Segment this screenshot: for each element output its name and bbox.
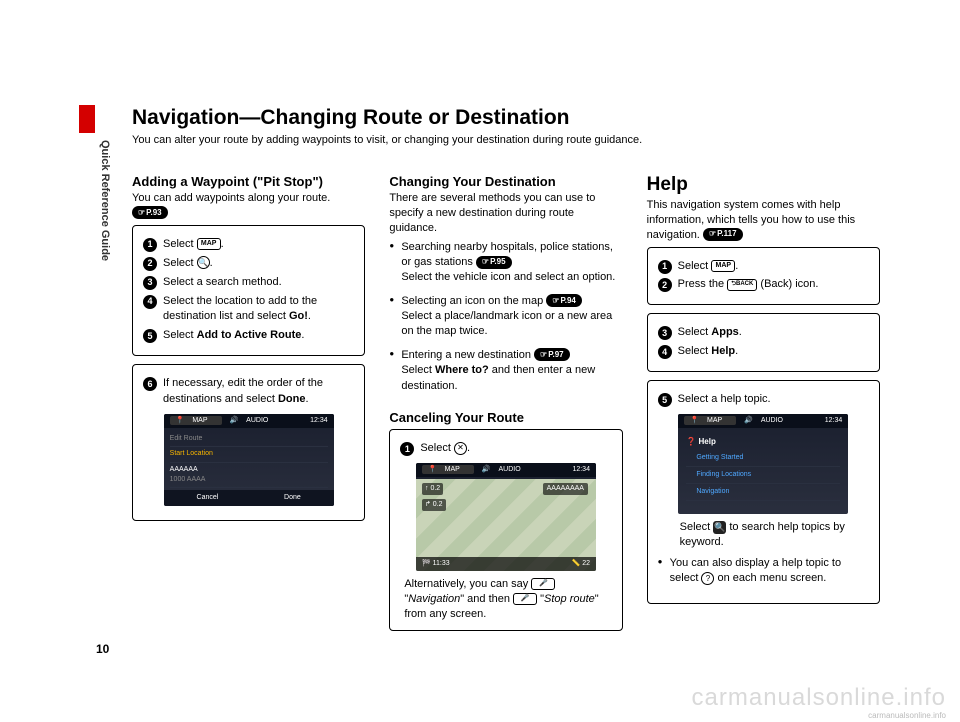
sidebar-label: Quick Reference Guide — [95, 140, 111, 340]
page-title: Navigation—Changing Route or Destination — [132, 106, 880, 130]
step-badge: 6 — [143, 377, 157, 391]
step-text: Select MAP. — [678, 259, 869, 275]
heading-cancel: Canceling Your Route — [389, 410, 622, 425]
step-text: Select Help. — [678, 344, 869, 360]
page-content: Navigation—Changing Route or Destination… — [132, 106, 880, 639]
back-icon: ⮌BACK — [727, 279, 757, 291]
stop-icon: ✕ — [454, 442, 467, 455]
col-help: Help This navigation system comes with h… — [647, 174, 880, 639]
step-badge: 3 — [143, 276, 157, 290]
step-text: Select MAP. — [163, 237, 354, 253]
search-icon: 🔍 — [713, 521, 726, 534]
help-box-2: 3 Select Apps. 4 Select Help. — [647, 313, 880, 372]
voice-icon: 🎤 — [531, 578, 555, 590]
heading-help: Help — [647, 174, 880, 196]
help-box-1: 1 Select MAP. 2 Press the ⮌BACK (Back) i… — [647, 247, 880, 306]
destination-methods: Searching nearby hospitals, police stati… — [389, 240, 622, 395]
step-badge: 5 — [658, 393, 672, 407]
step-badge: 2 — [658, 278, 672, 292]
heading-destination: Changing Your Destination — [389, 174, 622, 189]
search-icon: 🔍 — [197, 256, 210, 269]
heading-waypoint: Adding a Waypoint ("Pit Stop") — [132, 174, 365, 189]
watermark: carmanualsonline.info — [692, 684, 946, 712]
screenshot-map: 📍 MAP🔊 AUDIO 12:34 AAAAAAAA ↑ 0.2 ↱ 0.2 … — [416, 463, 596, 571]
cancel-route-box: 1 Select ✕. 📍 MAP🔊 AUDIO 12:34 AAAAAAAA … — [389, 429, 622, 630]
voice-alt-text: Alternatively, you can say 🎤 "Navigation… — [400, 577, 611, 622]
step-text: Select ✕. — [420, 441, 611, 457]
watermark-small: carmanualsonline.info — [868, 711, 946, 720]
step-text: Select a search method. — [163, 275, 354, 291]
page-ref: P.94 — [546, 294, 582, 307]
page-subtitle: You can alter your route by adding waypo… — [132, 134, 880, 146]
waypoint-desc: You can add waypoints along your route. … — [132, 191, 365, 221]
help-box-3: 5 Select a help topic. 📍 MAP🔊 AUDIO 12:3… — [647, 380, 880, 603]
page-ref: P.117 — [703, 228, 743, 241]
step-text: Select Add to Active Route. — [163, 328, 354, 344]
step-badge: 1 — [143, 238, 157, 252]
map-icon: MAP — [197, 238, 221, 250]
help-desc: This navigation system comes with help i… — [647, 198, 880, 243]
page-ref: P.93 — [132, 206, 168, 219]
voice-icon: 🎤 — [513, 593, 537, 605]
step-text: Press the ⮌BACK (Back) icon. — [678, 277, 869, 293]
col-waypoint: Adding a Waypoint ("Pit Stop") You can a… — [132, 174, 365, 639]
step-badge: 3 — [658, 326, 672, 340]
destination-desc: There are several methods you can use to… — [389, 191, 622, 236]
step-text: Select a help topic. — [678, 392, 869, 408]
step-badge: 2 — [143, 257, 157, 271]
step-text: Select 🔍. — [163, 256, 354, 272]
step-text: If necessary, edit the order of the dest… — [163, 376, 354, 408]
step-badge: 1 — [400, 442, 414, 456]
step-badge: 1 — [658, 260, 672, 274]
section-tab — [79, 105, 95, 133]
list-item: Selecting an icon on the map P.94 Select… — [389, 294, 622, 340]
step-badge: 4 — [143, 295, 157, 309]
list-item: Searching nearby hospitals, police stati… — [389, 240, 622, 286]
step-text: Select Apps. — [678, 325, 869, 341]
step-badge: 5 — [143, 329, 157, 343]
col-destination: Changing Your Destination There are seve… — [389, 174, 622, 639]
help-search-note: Select 🔍 to search help topics by keywor… — [658, 520, 869, 550]
list-item: You can also display a help topic to sel… — [658, 556, 869, 587]
help-icon: ? — [701, 572, 714, 585]
page-ref: P.97 — [534, 348, 570, 361]
page-ref: P.95 — [476, 256, 512, 269]
waypoint-steps-box: 1 Select MAP. 2 Select 🔍. 3 Select a sea… — [132, 225, 365, 357]
list-item: Entering a new destination P.97 Select W… — [389, 348, 622, 394]
screenshot-help-menu: 📍 MAP🔊 AUDIO 12:34 ❓ Help Getting Starte… — [678, 414, 848, 514]
page-number: 10 — [96, 642, 109, 656]
step-text: Select the location to add to the destin… — [163, 294, 354, 326]
map-icon: MAP — [711, 260, 735, 272]
screenshot-edit-route: 📍 MAP🔊 AUDIO 12:34 Edit Route Start Loca… — [164, 414, 334, 506]
waypoint-edit-box: 6 If necessary, edit the order of the de… — [132, 364, 365, 521]
step-badge: 4 — [658, 345, 672, 359]
